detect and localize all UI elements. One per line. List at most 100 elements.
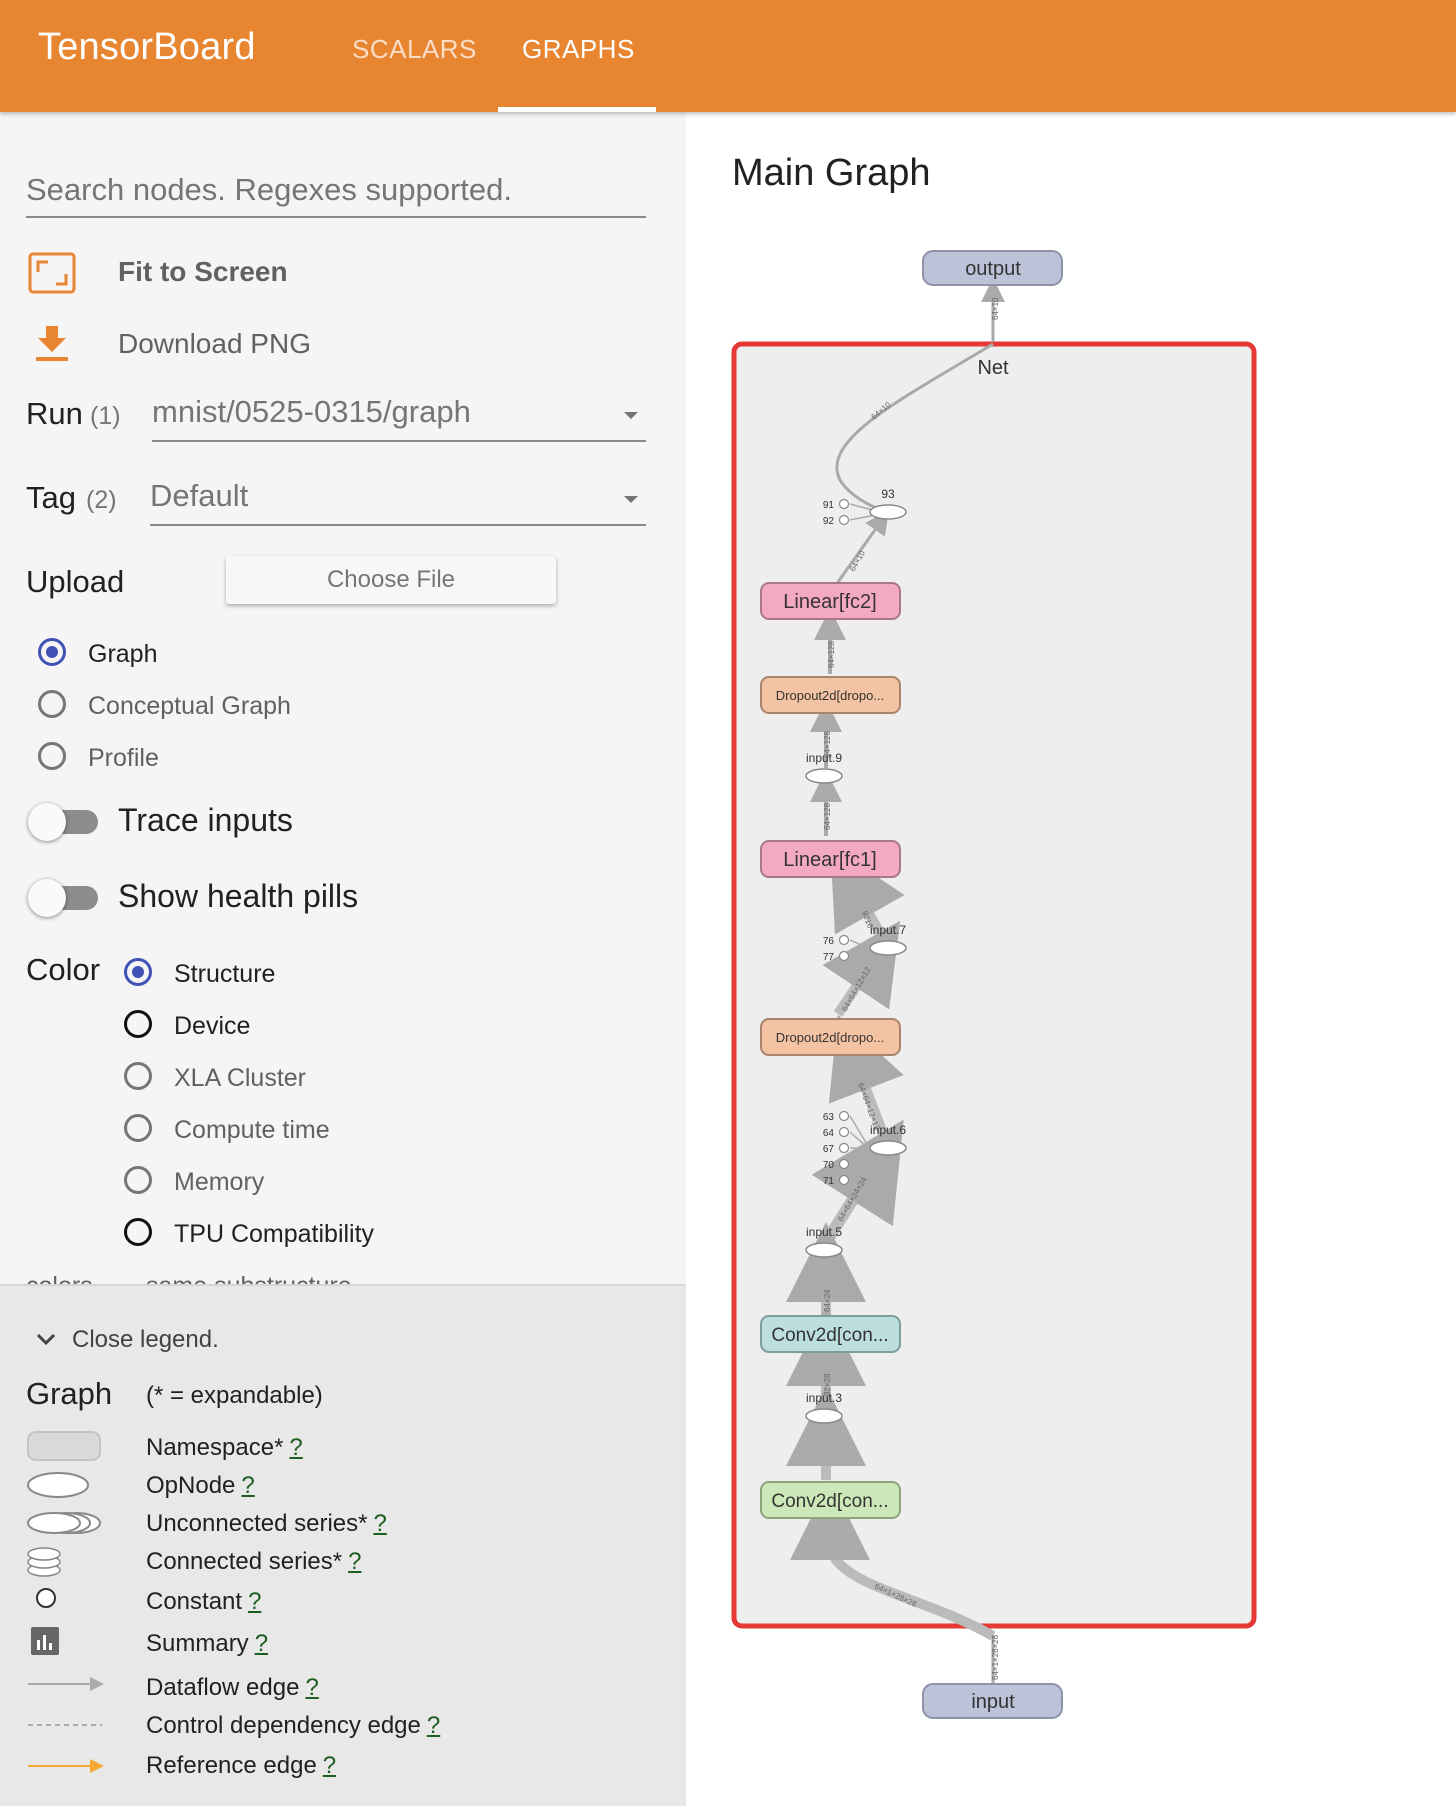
node-input-label: input	[971, 1691, 1015, 1713]
trace-inputs-toggle-knob[interactable]	[28, 803, 66, 841]
summary-icon	[30, 1626, 60, 1661]
opnode-input-6[interactable]	[869, 1140, 907, 1156]
radio-color-memory[interactable]	[124, 1166, 152, 1194]
constant-63[interactable]	[838, 1110, 850, 1122]
dataflow-edge-icon	[26, 1674, 106, 1699]
tag-select[interactable]: Default	[150, 478, 646, 526]
radio-color-device-label: Device	[174, 1012, 251, 1040]
tab-scalars[interactable]: SCALARS	[352, 34, 477, 65]
sidebar: Search nodes. Regexes supported. Fit to …	[0, 112, 686, 1284]
radio-color-structure[interactable]	[124, 958, 152, 986]
opnode-input-6-label: input.6	[870, 1123, 906, 1137]
radio-color-xla[interactable]	[124, 1062, 152, 1090]
legend-panel: Close legend. Graph (* = expandable) Nam…	[0, 1284, 686, 1806]
radio-color-tpu-label: TPU Compatibility	[174, 1220, 375, 1248]
constant-icon	[34, 1586, 58, 1615]
legend-item-unconnected: Unconnected series*?	[146, 1510, 387, 1537]
tag-count: (2)	[86, 486, 117, 514]
legend-item-dataflow: Dataflow edge?	[146, 1674, 319, 1701]
help-link[interactable]: ?	[255, 1630, 268, 1657]
constant-70[interactable]	[838, 1158, 850, 1170]
constant-67-label: 67	[823, 1144, 835, 1155]
radio-conceptual-graph[interactable]	[38, 690, 66, 718]
help-link[interactable]: ?	[248, 1588, 261, 1615]
constant-92[interactable]	[838, 514, 850, 526]
radio-graph[interactable]	[38, 638, 66, 666]
constant-71[interactable]	[838, 1174, 850, 1186]
edge-label: 64×10	[991, 297, 1000, 320]
namespace-icon	[26, 1430, 102, 1467]
upload-label: Upload	[26, 564, 125, 599]
fit-to-screen-icon[interactable]	[28, 252, 76, 299]
tag-select-value: Default	[150, 478, 249, 513]
opnode-input-7[interactable]	[869, 940, 907, 956]
radio-color-structure-label: Structure	[174, 960, 276, 988]
download-icon[interactable]	[34, 324, 70, 369]
chevron-down-icon	[624, 496, 638, 503]
legend-item-namespace: Namespace*?	[146, 1434, 303, 1461]
namespace-net-label: Net	[977, 357, 1009, 379]
opnode-icon	[26, 1470, 92, 1505]
opnode-93[interactable]	[869, 504, 907, 520]
unconnected-series-icon	[24, 1508, 104, 1543]
help-link[interactable]: ?	[348, 1548, 361, 1575]
reference-edge-icon	[26, 1756, 106, 1781]
constant-91[interactable]	[838, 498, 850, 510]
opnode-93-label: 93	[881, 487, 895, 501]
constant-64[interactable]	[838, 1126, 850, 1138]
node-linear-fc1-label: Linear[fc1]	[783, 849, 876, 871]
namespace-net[interactable]	[731, 341, 1257, 1629]
legend-item-connected: Connected series*?	[146, 1548, 362, 1575]
download-png-button[interactable]: Download PNG	[118, 328, 311, 360]
node-output-label: output	[965, 258, 1021, 280]
radio-profile-label: Profile	[88, 744, 159, 772]
radio-conceptual-graph-label: Conceptual Graph	[88, 692, 291, 720]
opnode-input-7-label: input.7	[870, 923, 906, 937]
node-dropout-1-label: Dropout2d[dropo...	[776, 1030, 884, 1045]
app-title: TensorBoard	[38, 26, 256, 68]
radio-color-compute-time[interactable]	[124, 1114, 152, 1142]
constant-77[interactable]	[838, 950, 850, 962]
run-select-value: mnist/0525-0315/graph	[152, 394, 471, 429]
top-bar: TensorBoard SCALARS GRAPHS	[0, 0, 1456, 112]
radio-color-device[interactable]	[124, 1010, 152, 1038]
search-input[interactable]: Search nodes. Regexes supported.	[26, 172, 646, 218]
help-link[interactable]: ?	[373, 1510, 386, 1537]
edge-label: 64×1×28×28	[991, 1634, 1000, 1680]
radio-profile[interactable]	[38, 742, 66, 770]
help-link[interactable]: ?	[305, 1674, 318, 1701]
help-link[interactable]: ?	[323, 1752, 336, 1779]
opnode-input-9[interactable]	[805, 768, 843, 784]
tag-label: Tag	[26, 480, 76, 515]
color-legend-cut-right: same substructure	[146, 1272, 352, 1284]
help-link[interactable]: ?	[289, 1434, 302, 1461]
fit-to-screen-button[interactable]: Fit to Screen	[118, 256, 288, 288]
opnode-input-3[interactable]	[805, 1408, 843, 1424]
legend-title: Graph	[26, 1376, 113, 1411]
tab-graphs[interactable]: GRAPHS	[522, 34, 635, 65]
trace-inputs-label: Trace inputs	[118, 802, 293, 838]
constant-63-label: 63	[823, 1112, 835, 1123]
help-link[interactable]: ?	[241, 1472, 254, 1499]
constant-76-label: 76	[823, 936, 835, 947]
choose-file-button[interactable]: Choose File	[226, 556, 556, 604]
radio-color-tpu[interactable]	[124, 1218, 152, 1246]
help-link[interactable]: ?	[427, 1712, 440, 1739]
opnode-input-5[interactable]	[805, 1242, 843, 1258]
constant-91-label: 91	[823, 500, 835, 511]
health-pills-toggle-knob[interactable]	[28, 879, 66, 917]
close-legend-button[interactable]: Close legend.	[72, 1326, 219, 1354]
edge-label: 64×24	[823, 1289, 832, 1312]
active-tab-indicator	[498, 107, 656, 112]
legend-item-reference: Reference edge?	[146, 1752, 337, 1779]
connected-series-icon	[24, 1544, 64, 1583]
graph-canvas[interactable]: Main Graph Net 64×10 64×10 64×10 64×128 …	[686, 112, 1456, 1804]
opnode-input-3-label: input.3	[806, 1391, 842, 1405]
chevron-down-icon[interactable]	[36, 1332, 56, 1351]
node-conv2d-1-label: Conv2d[con...	[771, 1491, 888, 1512]
chevron-down-icon	[624, 412, 638, 419]
constant-76[interactable]	[838, 934, 850, 946]
constant-67[interactable]	[838, 1142, 850, 1154]
run-select[interactable]: mnist/0525-0315/graph	[152, 394, 646, 442]
graph-svg[interactable]: Net 64×10 64×10 64×10 64×128 64×128 64×1…	[686, 112, 1456, 1804]
